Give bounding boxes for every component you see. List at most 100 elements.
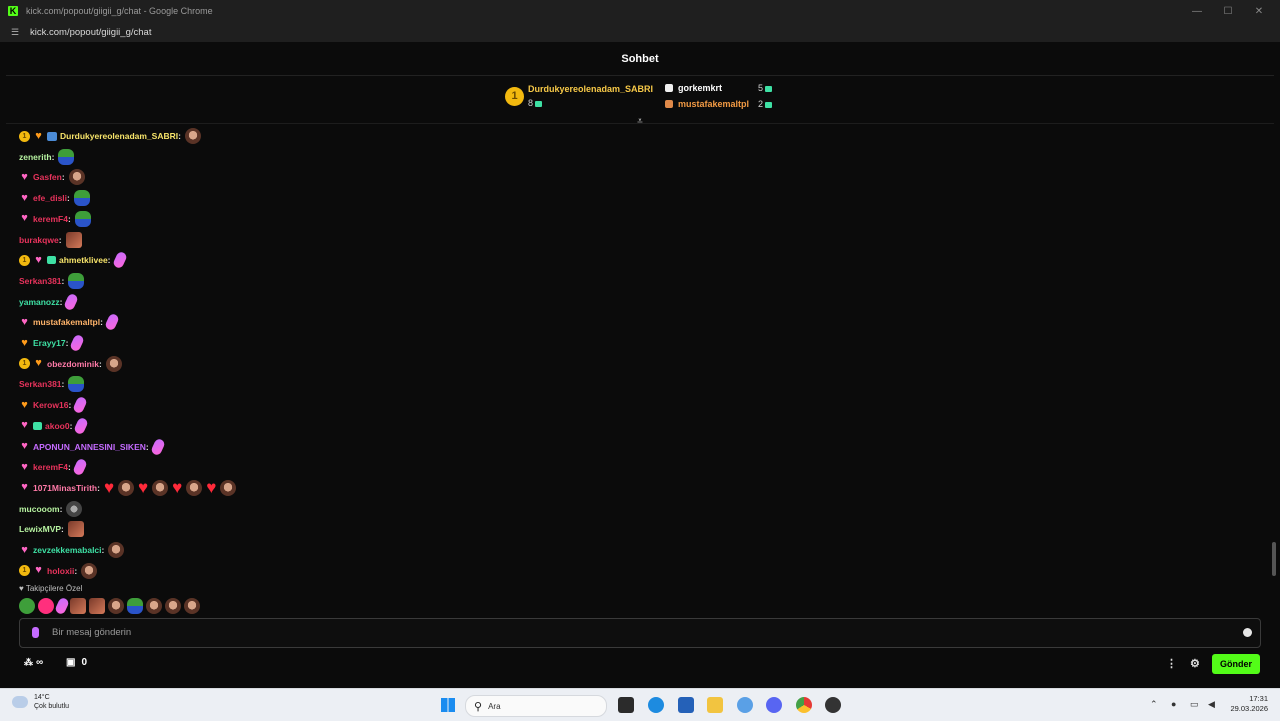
chat-username[interactable]: Gasfen bbox=[33, 172, 62, 182]
butterfly-badge-icon[interactable]: ♥ bbox=[19, 482, 30, 493]
frog2-emote-icon[interactable] bbox=[19, 598, 35, 614]
address-bar[interactable]: ☰ kick.com/popout/giigii_g/chat bbox=[0, 22, 1280, 42]
subscriber-badge-icon[interactable]: 1 bbox=[19, 254, 30, 266]
edge-icon[interactable] bbox=[648, 697, 664, 713]
store-icon[interactable] bbox=[678, 697, 694, 713]
face-emote-icon[interactable] bbox=[165, 598, 181, 614]
taskbar-search[interactable]: ⚲ Ara bbox=[465, 695, 607, 717]
chrome-icon[interactable] bbox=[796, 697, 812, 713]
send-button[interactable]: Gönder bbox=[1212, 654, 1260, 674]
chat-username[interactable]: burakqwe bbox=[19, 235, 59, 245]
emoji-picker-icon[interactable] bbox=[1243, 628, 1252, 637]
site-settings-icon[interactable]: ☰ bbox=[11, 28, 21, 37]
points-button[interactable]: ⁂ ∞ bbox=[24, 657, 43, 668]
subscriber-badge-icon[interactable]: 1 bbox=[19, 565, 30, 577]
butterfly-badge-icon[interactable]: ♥ bbox=[19, 461, 30, 473]
subscriber-badge-icon[interactable]: 1 bbox=[19, 358, 30, 370]
face-emote-icon bbox=[81, 562, 98, 579]
leader-top-name[interactable]: Durdukyereolenadam_SABRI bbox=[528, 84, 653, 94]
title-bar: K kick.com/popout/giigii_g/chat - Google… bbox=[0, 0, 1280, 22]
butterfly-badge-icon[interactable]: ♥ bbox=[19, 420, 30, 431]
frog-emote-icon[interactable] bbox=[127, 598, 143, 614]
butterfly-badge-icon[interactable]: ♥ bbox=[33, 254, 44, 266]
butterfly-badge-icon[interactable]: ♥ bbox=[19, 441, 30, 452]
gold-butterfly-badge-icon[interactable]: ♥ bbox=[19, 337, 30, 349]
chat-username[interactable]: LewixMVP bbox=[19, 524, 61, 534]
obs-icon[interactable] bbox=[825, 697, 841, 713]
chat-username[interactable]: ahmetklivee bbox=[59, 255, 108, 265]
url-text[interactable]: kick.com/popout/giigii_g/chat bbox=[30, 27, 151, 38]
chat-username[interactable]: holoxii bbox=[47, 566, 74, 576]
chat-username[interactable]: zevzekkemabalci bbox=[33, 545, 102, 555]
photo-emote-icon[interactable] bbox=[70, 598, 86, 614]
chat-username[interactable]: akoo0 bbox=[45, 421, 70, 431]
chat-username[interactable]: Erayy17 bbox=[33, 338, 66, 348]
collapse-leaderboard-icon[interactable]: ⩡ bbox=[634, 117, 646, 127]
chat-username[interactable]: Durdukyereolenadam_SABRI bbox=[60, 131, 178, 141]
gift-icon bbox=[765, 85, 773, 92]
chat-username[interactable]: 1071MinasTirith bbox=[33, 483, 97, 493]
butterfly-badge-icon[interactable]: ♥ bbox=[33, 565, 44, 576]
mic-icon[interactable] bbox=[32, 627, 39, 638]
message-separator: : bbox=[68, 400, 72, 411]
kick-favicon-icon: K bbox=[8, 6, 18, 16]
gold-butterfly-badge-icon[interactable]: ♥ bbox=[33, 130, 44, 142]
gold-butterfly-badge-icon[interactable]: ♥ bbox=[19, 399, 30, 411]
verified-badge-icon[interactable] bbox=[47, 131, 57, 141]
photo-emote-icon[interactable] bbox=[89, 598, 105, 614]
feather-emote-icon[interactable] bbox=[54, 596, 70, 616]
message-separator: : bbox=[145, 441, 149, 452]
photo-emote-icon bbox=[67, 521, 84, 538]
gifter-badge-icon[interactable] bbox=[33, 421, 42, 430]
chat-username[interactable]: mucooom bbox=[19, 504, 60, 514]
chat-username[interactable]: APONUN_ANNESINI_SIKEN bbox=[33, 442, 146, 452]
leader-third-name[interactable]: mustafakemaltpl bbox=[678, 99, 749, 109]
minimize-button[interactable]: — bbox=[1182, 0, 1212, 22]
face-emote-icon[interactable] bbox=[146, 598, 162, 614]
face-emote-icon[interactable] bbox=[108, 598, 124, 614]
message-input[interactable]: Bir mesaj gönderin bbox=[19, 618, 1261, 648]
butterfly-badge-icon[interactable]: ♥ bbox=[19, 213, 30, 224]
chat-username[interactable]: Serkan381 bbox=[19, 276, 62, 286]
chat-username[interactable]: keremF4 bbox=[33, 214, 68, 224]
leader-second-name[interactable]: gorkemkrt bbox=[678, 83, 722, 93]
microphone-tray-icon[interactable]: ● bbox=[1171, 699, 1176, 709]
volume-icon[interactable]: ◀ bbox=[1208, 699, 1215, 710]
message-separator: : bbox=[100, 317, 103, 328]
maximize-button[interactable]: ☐ bbox=[1213, 0, 1243, 22]
chat-username[interactable]: obezdominik bbox=[47, 359, 99, 369]
task-view-icon[interactable] bbox=[618, 697, 634, 713]
network-icon[interactable]: ▭ bbox=[1190, 699, 1199, 710]
face-emote-icon[interactable] bbox=[184, 598, 200, 614]
butterfly-badge-icon[interactable]: ♥ bbox=[19, 544, 30, 556]
subscriber-badge-icon[interactable]: 1 bbox=[19, 130, 30, 142]
chat-username[interactable]: keremF4 bbox=[33, 462, 68, 472]
settings-app-icon[interactable] bbox=[737, 697, 753, 713]
butterfly-badge-icon[interactable]: ♥ bbox=[19, 192, 30, 204]
chat-username[interactable]: yamanozz bbox=[19, 297, 60, 307]
chat-username[interactable]: mustafakemaltpl bbox=[33, 317, 100, 327]
chat-username[interactable]: Serkan381 bbox=[19, 379, 62, 389]
chat-username[interactable]: Kerow16 bbox=[33, 400, 68, 410]
gold-butterfly-badge-icon[interactable]: ♥ bbox=[33, 358, 44, 369]
weather-widget[interactable]: 14°C Çok bulutlu bbox=[12, 693, 69, 711]
butterfly-badge-icon[interactable]: ♥ bbox=[19, 171, 30, 183]
system-clock[interactable]: 17:31 29.03.2026 bbox=[1228, 694, 1268, 714]
shop-button[interactable]: ▣ 0 bbox=[66, 657, 87, 668]
discord-icon[interactable] bbox=[766, 697, 782, 713]
chat-title: Sohbet bbox=[621, 52, 659, 65]
message-separator: : bbox=[74, 565, 78, 576]
pink-emote-icon[interactable] bbox=[38, 598, 54, 614]
chat-scrollbar[interactable] bbox=[1272, 542, 1276, 576]
message-separator: : bbox=[98, 358, 102, 369]
close-button[interactable]: ✕ bbox=[1244, 0, 1274, 22]
butterfly-badge-icon[interactable]: ♥ bbox=[19, 316, 30, 328]
chat-username[interactable]: efe_disli bbox=[33, 193, 67, 203]
tray-chevron-icon[interactable]: ⌃ bbox=[1150, 699, 1158, 710]
more-options-icon[interactable]: ⋮ bbox=[1166, 657, 1177, 670]
chat-username[interactable]: zenerith bbox=[19, 152, 52, 162]
settings-gear-icon[interactable]: ⚙ bbox=[1190, 657, 1200, 670]
file-explorer-icon[interactable] bbox=[707, 697, 723, 713]
windows-start-icon[interactable] bbox=[441, 698, 455, 712]
gifter-badge-icon[interactable] bbox=[47, 256, 56, 265]
